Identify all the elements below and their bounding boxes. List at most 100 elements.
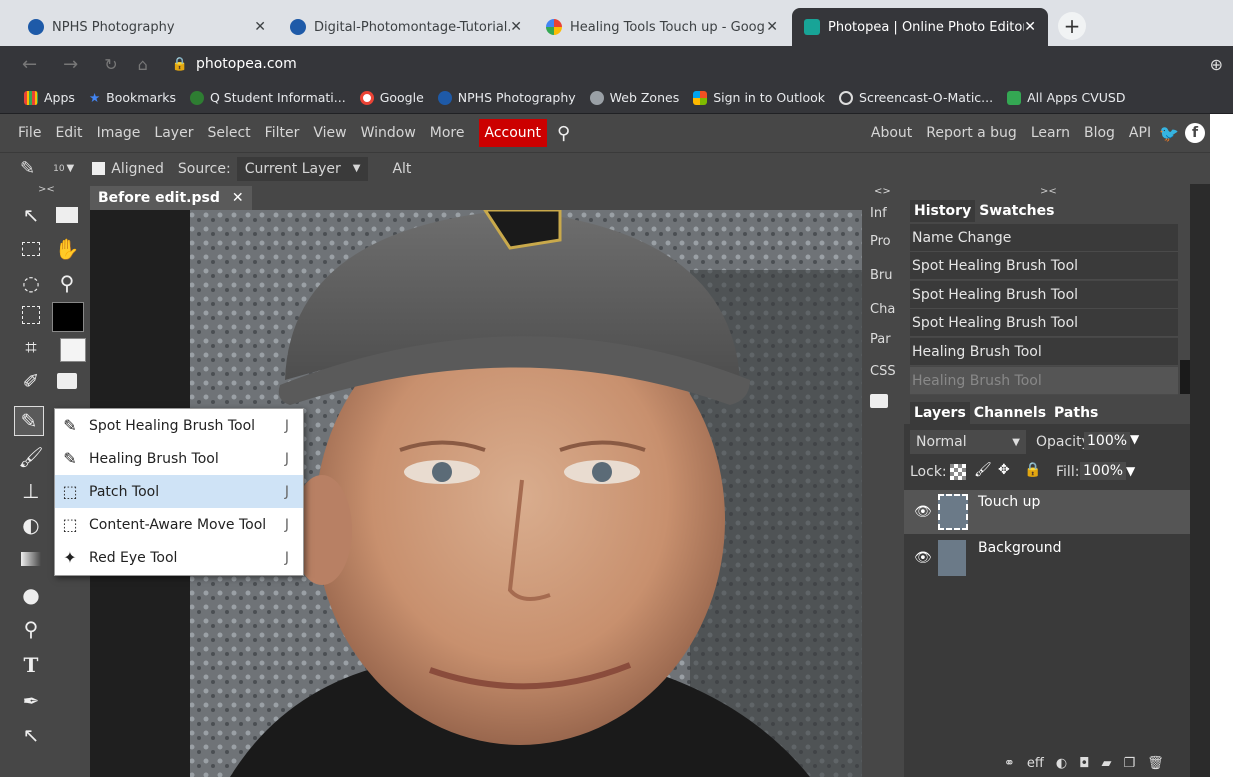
gradient-tool-icon[interactable] <box>16 544 46 574</box>
move-tool-icon[interactable]: ↖ <box>16 200 46 230</box>
history-item-current[interactable]: Healing Brush Tool <box>910 367 1178 395</box>
forward-icon[interactable]: → <box>63 54 78 75</box>
menu-more[interactable]: More <box>430 125 465 141</box>
crop-tool-icon[interactable]: ⌗ <box>16 332 46 362</box>
history-item[interactable]: Spot Healing Brush Tool <box>910 252 1178 280</box>
aligned-checkbox[interactable] <box>92 162 106 175</box>
history-item[interactable]: Healing Brush Tool <box>910 338 1178 366</box>
browser-tab-photopea[interactable]: Photopea | Online Photo Editor ✕ <box>792 8 1048 46</box>
zoom-tool-icon[interactable]: ⚲ <box>52 268 82 298</box>
search-icon[interactable]: ⚲ <box>557 123 570 144</box>
tab-history[interactable]: History <box>910 200 976 222</box>
panel-character-button[interactable]: Cha <box>870 302 895 317</box>
menu-image[interactable]: Image <box>97 125 141 141</box>
extension-icon[interactable]: ⊕ <box>1210 55 1223 74</box>
type-tool-icon[interactable]: T <box>16 650 46 680</box>
menu-item-healing-brush[interactable]: ✎ Healing Brush Tool J <box>55 442 303 475</box>
rect-shape-icon[interactable] <box>52 200 82 230</box>
chevron-down-icon[interactable]: ▼ <box>1126 464 1135 478</box>
bookmark-google[interactable]: Google <box>359 90 424 105</box>
history-item[interactable]: Spot Healing Brush Tool <box>910 281 1178 309</box>
tab-layers[interactable]: Layers <box>910 402 970 424</box>
collapse-toggle[interactable]: >< <box>1040 186 1057 197</box>
mask-icon[interactable]: ◘ <box>1079 756 1089 771</box>
menu-filter[interactable]: Filter <box>265 125 300 141</box>
close-tab-icon[interactable]: ✕ <box>510 19 522 35</box>
home-icon[interactable]: ⌂ <box>138 55 148 74</box>
account-button[interactable]: Account <box>478 119 548 147</box>
blog-link[interactable]: Blog <box>1084 125 1115 141</box>
menu-layer[interactable]: Layer <box>154 125 193 141</box>
stamp-tool-icon[interactable]: ⊥ <box>16 476 46 506</box>
quick-select-icon[interactable] <box>16 300 46 330</box>
lock-paint-icon[interactable]: 🖌 <box>974 462 992 478</box>
collapse-toggle[interactable]: >< <box>38 184 55 195</box>
menu-window[interactable]: Window <box>361 125 416 141</box>
new-tab-button[interactable]: + <box>1058 12 1086 40</box>
blend-mode-select[interactable]: Normal ▼ <box>910 430 1026 454</box>
twitter-icon[interactable]: 🐦 <box>1159 124 1179 143</box>
path-select-icon[interactable]: ↖ <box>16 720 46 750</box>
bookmark-web-zones[interactable]: Web Zones <box>589 90 679 105</box>
brush-tool-icon[interactable]: 🖌 <box>16 442 46 472</box>
source-select[interactable]: Current Layer ▼ <box>236 156 369 181</box>
background-color-swatch[interactable] <box>60 338 86 362</box>
fill-value[interactable]: 100% <box>1080 462 1127 480</box>
menu-item-spot-healing[interactable]: ✎ Spot Healing Brush Tool J <box>55 409 303 442</box>
reload-icon[interactable]: ↻ <box>104 55 117 74</box>
bookmark-outlook[interactable]: Sign in to Outlook <box>693 90 825 105</box>
link-icon[interactable]: ⚭ <box>1004 756 1015 771</box>
close-tab-icon[interactable]: ✕ <box>254 19 266 35</box>
effects-button[interactable]: eff <box>1027 756 1044 771</box>
bookmark-apps[interactable]: Apps <box>24 90 75 105</box>
about-link[interactable]: About <box>871 125 912 141</box>
bookmark-screencast[interactable]: Screencast-O-Matic... <box>839 90 993 105</box>
pen-tool-icon[interactable]: ✒ <box>16 686 46 716</box>
browser-tab-google-slides[interactable]: Healing Tools Touch up - Google ✕ <box>534 8 790 46</box>
eyedropper-icon[interactable]: ✐ <box>16 366 46 396</box>
history-scrollbar[interactable] <box>1180 360 1190 394</box>
image-icon[interactable] <box>870 394 888 408</box>
document-tab[interactable]: Before edit.psd ✕ <box>90 186 252 210</box>
tab-channels[interactable]: Channels <box>970 402 1050 424</box>
close-tab-icon[interactable]: ✕ <box>1024 19 1036 35</box>
panel-paragraph-button[interactable]: Par <box>870 332 891 347</box>
history-item[interactable]: Spot Healing Brush Tool <box>910 309 1178 337</box>
api-link[interactable]: API <box>1129 125 1151 141</box>
eraser-tool-icon[interactable]: ◐ <box>16 510 46 540</box>
menu-item-patch-tool[interactable]: ⬚ Patch Tool J <box>55 475 303 508</box>
report-bug-link[interactable]: Report a bug <box>926 125 1017 141</box>
menu-item-content-aware-move[interactable]: ⬚ Content-Aware Move Tool J <box>55 508 303 541</box>
panel-info-button[interactable]: Inf <box>870 206 887 221</box>
new-layer-icon[interactable]: ❐ <box>1124 756 1136 771</box>
visibility-eye-icon[interactable]: 👁 <box>914 504 932 520</box>
bookmark-q-student[interactable]: Q Student Informati... <box>190 90 346 105</box>
healing-tool-icon[interactable]: ✎ <box>14 406 44 436</box>
visibility-eye-icon[interactable]: 👁 <box>914 550 932 566</box>
lock-transparency-icon[interactable] <box>950 464 966 480</box>
menu-file[interactable]: File <box>18 125 41 141</box>
collapse-toggle[interactable]: <> <box>874 186 891 197</box>
learn-link[interactable]: Learn <box>1031 125 1070 141</box>
brush-size-label[interactable]: 10 <box>53 164 64 174</box>
bookmark-nphs[interactable]: NPHS Photography <box>437 90 576 105</box>
lock-all-icon[interactable]: 🔒 <box>1024 462 1041 478</box>
panel-css-button[interactable]: CSS <box>870 364 896 379</box>
facebook-icon[interactable]: f <box>1185 123 1205 143</box>
chevron-down-icon[interactable]: ▼ <box>67 163 75 174</box>
close-icon[interactable]: ✕ <box>232 190 244 206</box>
browser-tab-nphs[interactable]: NPHS Photography ✕ <box>16 8 278 46</box>
chevron-down-icon[interactable]: ▼ <box>1130 432 1139 446</box>
tab-swatches[interactable]: Swatches <box>975 200 1058 222</box>
panel-brush-button[interactable]: Bru <box>870 268 893 283</box>
tab-paths[interactable]: Paths <box>1050 402 1102 424</box>
trash-icon[interactable]: 🗑 <box>1147 756 1164 771</box>
adjustment-icon[interactable]: ◐ <box>1056 756 1067 771</box>
layer-row-touch-up[interactable]: 👁 Touch up <box>904 490 1190 534</box>
quick-mask-icon[interactable] <box>52 366 82 396</box>
marquee-tool-icon[interactable] <box>16 234 46 264</box>
menu-select[interactable]: Select <box>207 125 250 141</box>
hand-tool-icon[interactable]: ✋ <box>52 234 82 264</box>
lasso-tool-icon[interactable]: ◌ <box>16 268 46 298</box>
menu-item-red-eye[interactable]: ✦ Red Eye Tool J <box>55 541 303 574</box>
